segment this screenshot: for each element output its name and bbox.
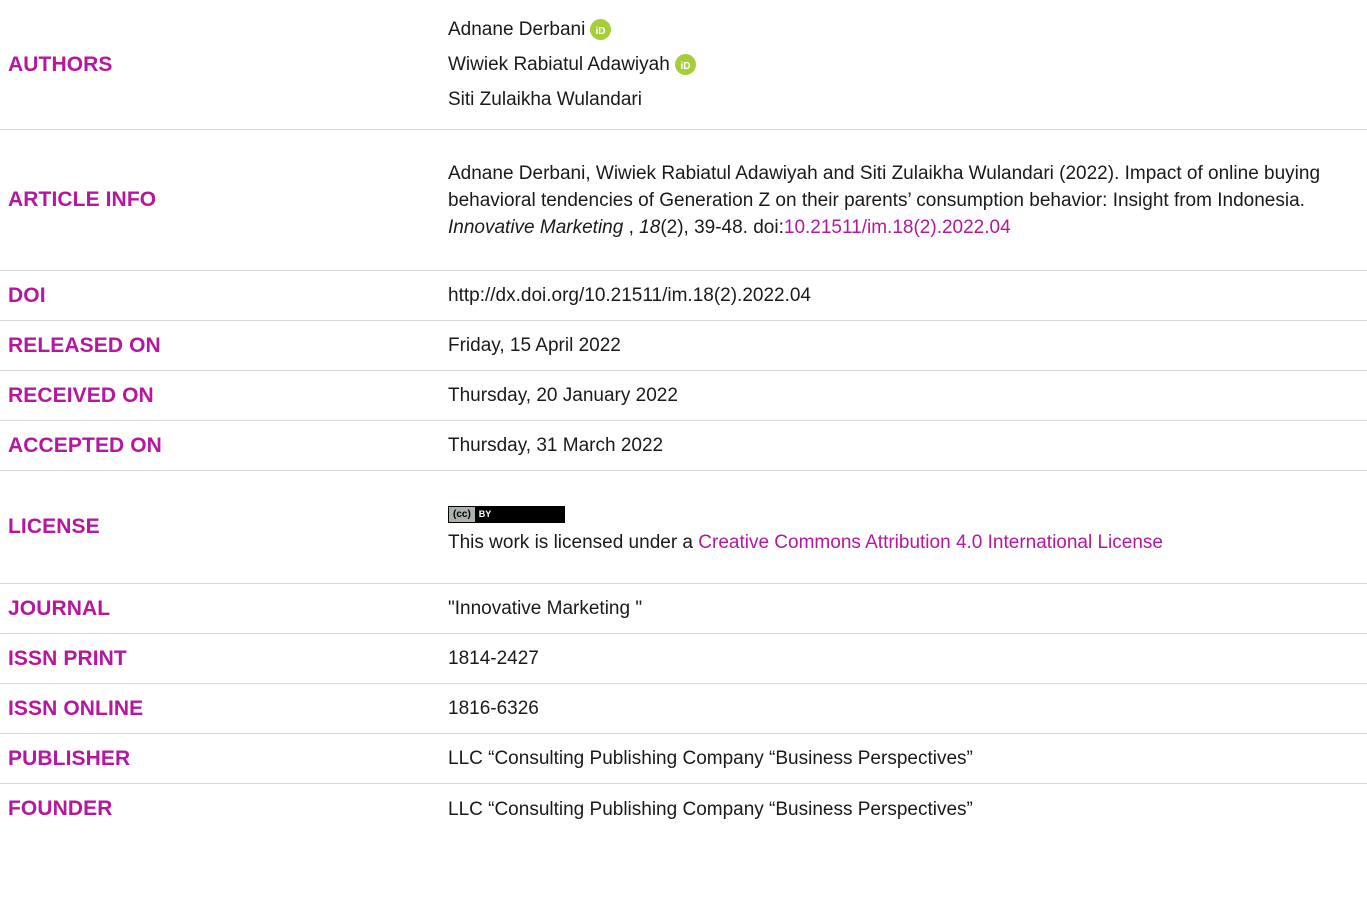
orcid-icon[interactable]: iD [674,54,696,75]
row-license: LICENSE (cc) BY This work is licensed un… [0,471,1367,584]
issn-print-label: ISSN PRINT [8,646,127,670]
row-released-on: RELEASED ON Friday, 15 April 2022 [0,321,1367,371]
doi-value: http://dx.doi.org/10.21511/im.18(2).2022… [448,285,812,306]
cc-badge-left: (cc) [449,507,475,522]
row-founder: FOUNDER LLC “Consulting Publishing Compa… [0,784,1367,834]
row-authors: AUTHORS Adnane Derbani iD Wiwiek Rabiatu… [0,0,1367,130]
citation-text: Adnane Derbani, Wiwiek Rabiatul Adawiyah… [448,162,1321,211]
cc-by-badge-icon[interactable]: (cc) BY [448,506,565,523]
issn-online-label: ISSN ONLINE [8,696,144,720]
publisher-label: PUBLISHER [8,746,131,770]
license-label: LICENSE [8,515,100,538]
author-name[interactable]: Adnane Derbani [448,16,585,43]
author-item[interactable]: Siti Zulaikha Wulandari [448,82,1361,117]
publisher-value: LLC “Consulting Publishing Company “Busi… [448,748,973,769]
author-name[interactable]: Siti Zulaikha Wulandari [448,86,642,113]
citation-doi-link[interactable]: 10.21511/im.18(2).2022.04 [784,217,1011,238]
citation-journal: Innovative Marketing [448,216,624,238]
authors-list: Adnane Derbani iD Wiwiek Rabiatul Adawiy… [448,12,1367,117]
accepted-on-label: ACCEPTED ON [8,433,162,457]
orcid-icon[interactable]: iD [590,19,612,40]
row-publisher: PUBLISHER LLC “Consulting Publishing Com… [0,734,1367,784]
article-info-label: ARTICLE INFO [8,188,157,211]
author-item[interactable]: Adnane Derbani iD [448,12,1361,47]
founder-value: LLC “Consulting Publishing Company “Busi… [448,798,973,820]
accepted-on-value: Thursday, 31 March 2022 [448,435,664,456]
article-metadata-table: AUTHORS Adnane Derbani iD Wiwiek Rabiatu… [0,0,1367,834]
received-on-label: RECEIVED ON [8,383,154,407]
founder-label: FOUNDER [8,797,113,820]
author-item[interactable]: Wiwiek Rabiatul Adawiyah iD [448,47,1361,82]
citation-issue-pages: (2), 39-48. doi: [660,216,784,238]
issn-print-value: 1814-2427 [448,648,539,669]
license-value: (cc) BY This work is licensed under a Cr… [448,498,1367,556]
row-journal: JOURNAL "Innovative Marketing " [0,584,1367,634]
citation-sep: , [623,216,640,238]
journal-label: JOURNAL [8,596,111,620]
row-article-info: ARTICLE INFO Adnane Derbani, Wiwiek Rabi… [0,130,1367,271]
row-issn-online: ISSN ONLINE 1816-6326 [0,684,1367,734]
row-doi: DOI http://dx.doi.org/10.21511/im.18(2).… [0,271,1367,321]
authors-label: AUTHORS [8,52,113,76]
cc-badge-right: BY [474,507,496,522]
svg-text:iD: iD [680,61,690,72]
author-name[interactable]: Wiwiek Rabiatul Adawiyah [448,51,670,78]
article-citation: Adnane Derbani, Wiwiek Rabiatul Adawiyah… [448,160,1367,241]
license-link[interactable]: Creative Commons Attribution 4.0 Interna… [698,532,1163,553]
row-received-on: RECEIVED ON Thursday, 20 January 2022 [0,371,1367,421]
released-on-value: Friday, 15 April 2022 [448,335,621,356]
doi-label: DOI [8,283,46,307]
citation-volume: 18 [639,216,661,238]
journal-value: "Innovative Marketing " [448,598,643,619]
license-text: This work is licensed under a [448,532,699,553]
row-accepted-on: ACCEPTED ON Thursday, 31 March 2022 [0,421,1367,471]
released-on-label: RELEASED ON [8,333,161,357]
row-issn-print: ISSN PRINT 1814-2427 [0,634,1367,684]
issn-online-value: 1816-6326 [448,698,539,719]
received-on-value: Thursday, 20 January 2022 [448,385,678,406]
svg-text:iD: iD [596,26,606,37]
